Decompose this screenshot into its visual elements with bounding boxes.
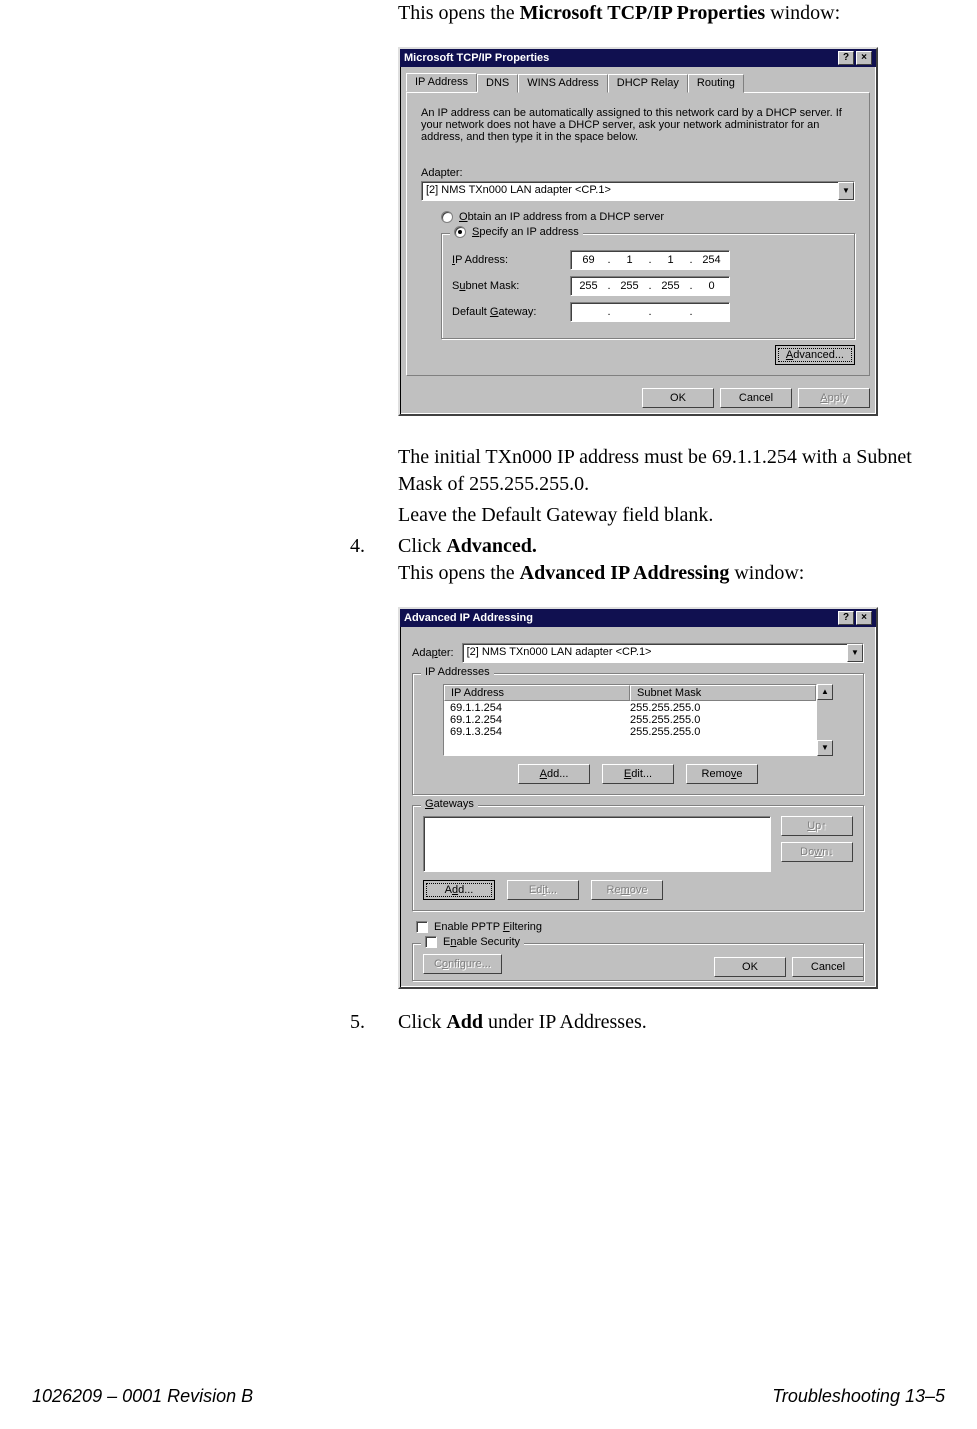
adapter-value: [2] NMS TXn000 LAN adapter <CP.1>: [422, 182, 838, 200]
add-button[interactable]: Add...: [518, 764, 590, 784]
tab-dns[interactable]: DNS: [477, 74, 518, 93]
ok-button[interactable]: OK: [642, 388, 714, 408]
adapter-value: [2] NMS TXn000 LAN adapter <CP.1>: [463, 644, 847, 662]
apply-button[interactable]: Apply: [798, 388, 870, 408]
cancel-button[interactable]: Cancel: [720, 388, 792, 408]
ip-address-field[interactable]: 69. 1. 1. 254: [570, 250, 730, 270]
adapter-combobox[interactable]: [2] NMS TXn000 LAN adapter <CP.1> ▼: [462, 643, 864, 663]
gw-remove-button[interactable]: Remove: [591, 880, 663, 900]
tab-ip-address[interactable]: IP Address: [406, 73, 477, 92]
intro-line: This opens the Microsoft TCP/IP Properti…: [398, 0, 920, 27]
configure-button[interactable]: Configure...: [423, 954, 502, 974]
radio-specify[interactable]: Specify an IP address: [450, 226, 583, 238]
dialog-button-row: OK Cancel Apply: [400, 382, 876, 414]
gateways-legend: Gateways: [421, 798, 478, 810]
note-gateway: Leave the Default Gateway field blank.: [398, 502, 920, 529]
scrollbar[interactable]: ▲ ▼: [817, 684, 833, 756]
step-4-text: Click Advanced.: [398, 533, 920, 560]
help-icon[interactable]: ?: [838, 51, 854, 65]
dialog-title: Advanced IP Addressing: [404, 612, 836, 624]
subnet-mask-field[interactable]: 255. 255. 255. 0: [570, 276, 730, 296]
gw-edit-button[interactable]: Edit...: [507, 880, 579, 900]
description-text: An IP address can be automatically assig…: [421, 107, 855, 143]
close-icon[interactable]: ×: [856, 611, 872, 625]
step-4-result: This opens the Advanced IP Addressing wi…: [398, 560, 920, 587]
help-icon[interactable]: ?: [838, 611, 854, 625]
footer-right: Troubleshooting 13–5: [772, 1386, 945, 1407]
tab-dhcp-relay[interactable]: DHCP Relay: [608, 74, 688, 93]
advanced-button[interactable]: Advanced...: [775, 345, 855, 365]
scroll-down-icon[interactable]: ▼: [817, 740, 833, 756]
ip-addresses-legend: IP Addresses: [421, 666, 494, 678]
titlebar[interactable]: Advanced IP Addressing ? ×: [400, 609, 876, 627]
step-4-number: 4.: [350, 533, 398, 560]
tab-panel: An IP address can be automatically assig…: [406, 92, 870, 376]
list-item: 69.1.1.254255.255.255.0: [444, 702, 816, 714]
adapter-label: Adapter:: [421, 167, 855, 179]
note-ip: The initial TXn000 IP address must be 69…: [398, 444, 920, 498]
default-gateway-label: Default Gateway:: [452, 306, 562, 318]
col-ip[interactable]: IP Address: [444, 685, 630, 701]
tab-routing[interactable]: Routing: [688, 74, 744, 93]
page-footer: 1026209 – 0001 Revision B Troubleshootin…: [32, 1386, 945, 1407]
list-header: IP Address Subnet Mask: [444, 685, 816, 701]
col-mask[interactable]: Subnet Mask: [630, 685, 816, 701]
dialog-title: Microsoft TCP/IP Properties: [404, 52, 836, 64]
adapter-combobox[interactable]: [2] NMS TXn000 LAN adapter <CP.1> ▼: [421, 181, 855, 201]
step-5-text: Click Add under IP Addresses.: [398, 1009, 920, 1036]
advanced-ip-dialog: Advanced IP Addressing ? × Adapter: [2] …: [398, 607, 878, 989]
list-item: 69.1.2.254255.255.255.0: [444, 714, 816, 726]
tcpip-properties-dialog: Microsoft TCP/IP Properties ? × IP Addre…: [398, 47, 878, 416]
footer-left: 1026209 – 0001 Revision B: [32, 1386, 253, 1407]
down-button[interactable]: Down↓: [781, 842, 853, 862]
scroll-up-icon[interactable]: ▲: [817, 684, 833, 700]
step-5-number: 5.: [350, 1009, 398, 1036]
enable-security-checkbox[interactable]: Enable Security: [421, 936, 524, 948]
close-icon[interactable]: ×: [856, 51, 872, 65]
pptp-checkbox[interactable]: Enable PPTP Filtering: [416, 921, 860, 933]
up-button[interactable]: Up↑: [781, 816, 853, 836]
titlebar[interactable]: Microsoft TCP/IP Properties ? ×: [400, 49, 876, 67]
chevron-down-icon[interactable]: ▼: [847, 644, 863, 662]
adapter-label: Adapter:: [412, 647, 454, 659]
default-gateway-field[interactable]: . . .: [570, 302, 730, 322]
ip-list[interactable]: 69.1.1.254255.255.255.0 69.1.2.254255.25…: [444, 701, 816, 755]
gateways-list[interactable]: [423, 816, 771, 872]
gw-add-button[interactable]: Add...: [423, 880, 495, 900]
edit-button[interactable]: Edit...: [602, 764, 674, 784]
remove-button[interactable]: Remove: [686, 764, 758, 784]
subnet-mask-label: Subnet Mask:: [452, 280, 562, 292]
radio-dhcp[interactable]: Obtain an IP address from a DHCP server: [441, 211, 855, 223]
tab-wins[interactable]: WINS Address: [518, 74, 608, 93]
tab-strip: IP Address DNS WINS Address DHCP Relay R…: [400, 67, 876, 92]
list-item: 69.1.3.254255.255.255.0: [444, 726, 816, 738]
chevron-down-icon[interactable]: ▼: [838, 182, 854, 200]
ip-address-label: IP Address:: [452, 254, 562, 266]
